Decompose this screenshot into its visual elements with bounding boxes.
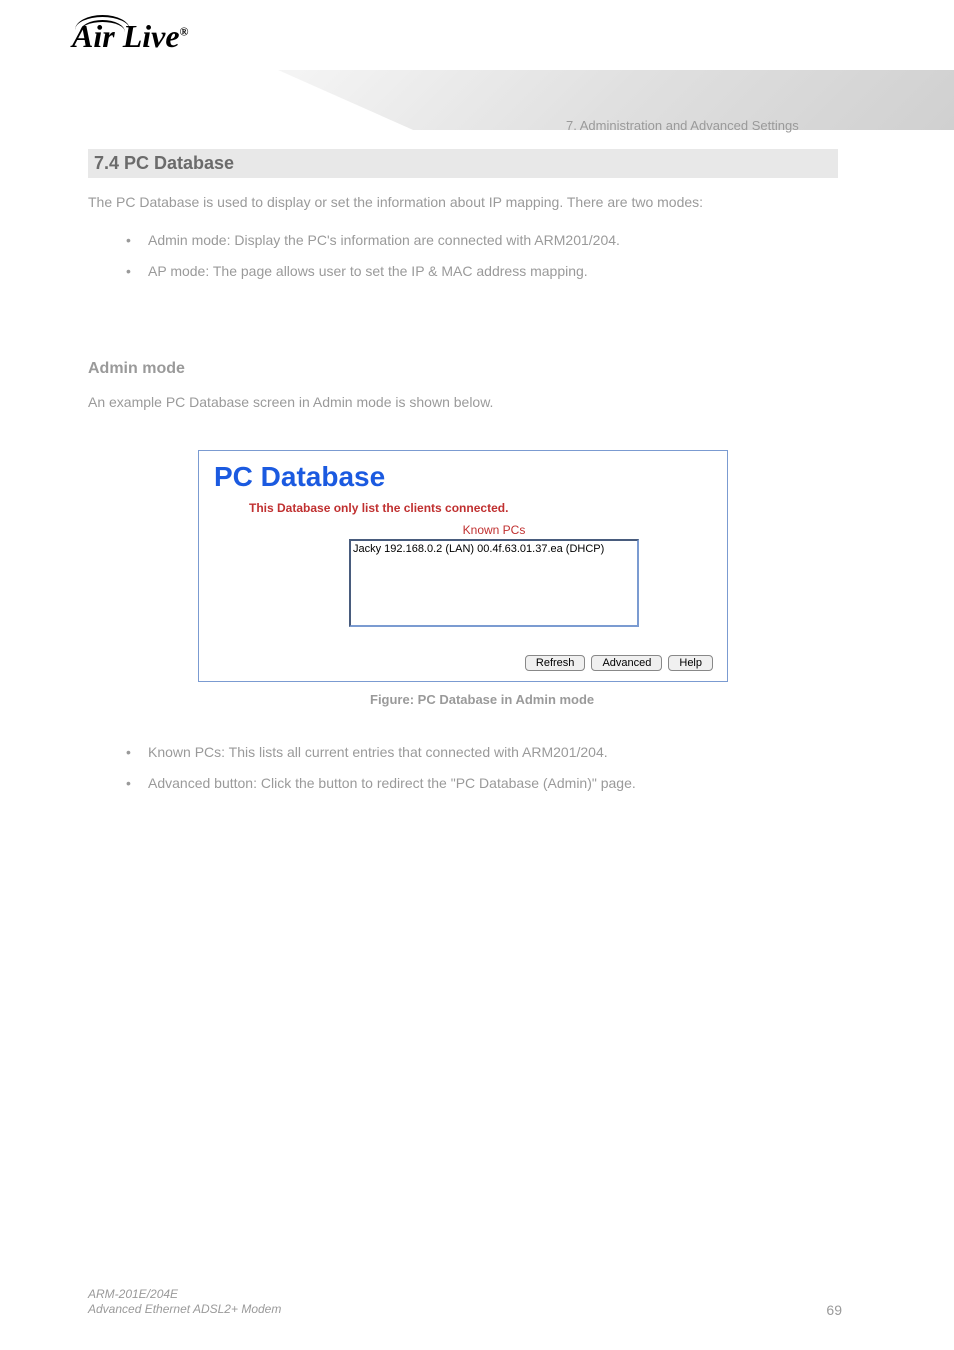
button-row: Refresh Advanced Help (525, 655, 713, 671)
admin-mode-heading: Admin mode (88, 357, 185, 381)
list-item[interactable]: Jacky 192.168.0.2 (LAN) 00.4f.63.01.37.e… (353, 543, 635, 555)
footer-page-number: 69 (826, 1302, 842, 1318)
figure-caption: Figure: PC Database in Admin mode (370, 692, 594, 707)
reg-mark: ® (180, 24, 189, 38)
bullets-after-list: Known PCs: This lists all current entrie… (148, 742, 838, 794)
intro-lead: The PC Database is used to display or se… (88, 192, 838, 213)
footer-model-text: ARM-201E/204E (88, 1287, 178, 1301)
chapter-title: 7. Administration and Advanced Settings (566, 118, 799, 133)
pc-database-panel: PC Database This Database only list the … (198, 450, 728, 682)
panel-subtitle: This Database only list the clients conn… (249, 501, 712, 515)
known-pcs-label: Known PCs (349, 523, 639, 537)
list-item: Known PCs: This lists all current entrie… (148, 742, 838, 763)
help-button[interactable]: Help (668, 655, 713, 671)
section-heading: 7.4 PC Database (88, 149, 838, 178)
refresh-button[interactable]: Refresh (525, 655, 586, 671)
admin-mode-text: An example PC Database screen in Admin m… (88, 392, 838, 413)
known-pcs-listbox[interactable]: Jacky 192.168.0.2 (LAN) 00.4f.63.01.37.e… (349, 539, 639, 627)
footer-desc-text: Advanced Ethernet ADSL2+ Modem (88, 1302, 281, 1316)
list-item: AP mode: The page allows user to set the… (148, 261, 838, 282)
logo-text: Air Live® (72, 18, 189, 54)
list-item: Advanced button: Click the button to red… (148, 773, 838, 794)
intro-bullet-list: Admin mode: Display the PC's information… (148, 230, 838, 282)
advanced-button[interactable]: Advanced (591, 655, 662, 671)
footer-model: ARM-201E/204E Advanced Ethernet ADSL2+ M… (88, 1287, 281, 1318)
panel-title: PC Database (214, 461, 712, 493)
logo: Air Live® (72, 18, 272, 88)
list-item: Admin mode: Display the PC's information… (148, 230, 838, 251)
